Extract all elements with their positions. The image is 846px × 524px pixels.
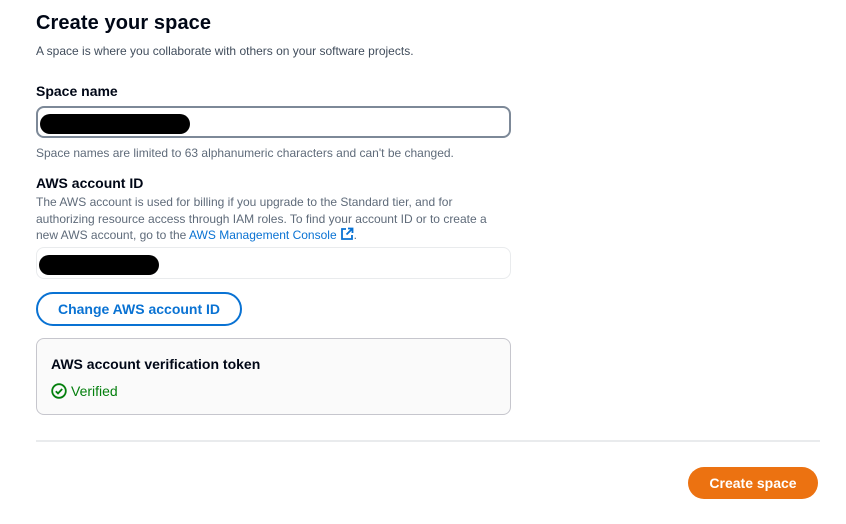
redacted-value bbox=[39, 255, 159, 275]
page-description: A space is where you collaborate with ot… bbox=[36, 44, 414, 58]
verification-token-panel: AWS account verification token Verified bbox=[36, 338, 511, 415]
create-space-button[interactable]: Create space bbox=[688, 467, 818, 499]
aws-account-id-input bbox=[36, 247, 511, 279]
redacted-value bbox=[40, 114, 190, 134]
check-circle-icon bbox=[51, 383, 67, 399]
page-title: Create your space bbox=[36, 12, 212, 34]
space-name-constraint: Space names are limited to 63 alphanumer… bbox=[36, 146, 454, 160]
change-aws-account-id-button[interactable]: Change AWS account ID bbox=[36, 292, 242, 326]
verification-status-text: Verified bbox=[71, 383, 118, 399]
verification-status: Verified bbox=[51, 383, 118, 399]
verification-token-title: AWS account verification token bbox=[51, 356, 261, 372]
aws-account-description-end: . bbox=[353, 228, 357, 242]
aws-account-id-label: AWS account ID bbox=[36, 175, 144, 191]
aws-account-id-description: The AWS account is used for billing if y… bbox=[36, 194, 506, 246]
external-link-icon[interactable] bbox=[340, 227, 354, 246]
space-name-label: Space name bbox=[36, 83, 118, 99]
footer-divider bbox=[36, 440, 820, 442]
space-name-input[interactable] bbox=[36, 106, 511, 138]
aws-management-console-link[interactable]: AWS Management Console bbox=[189, 228, 337, 242]
